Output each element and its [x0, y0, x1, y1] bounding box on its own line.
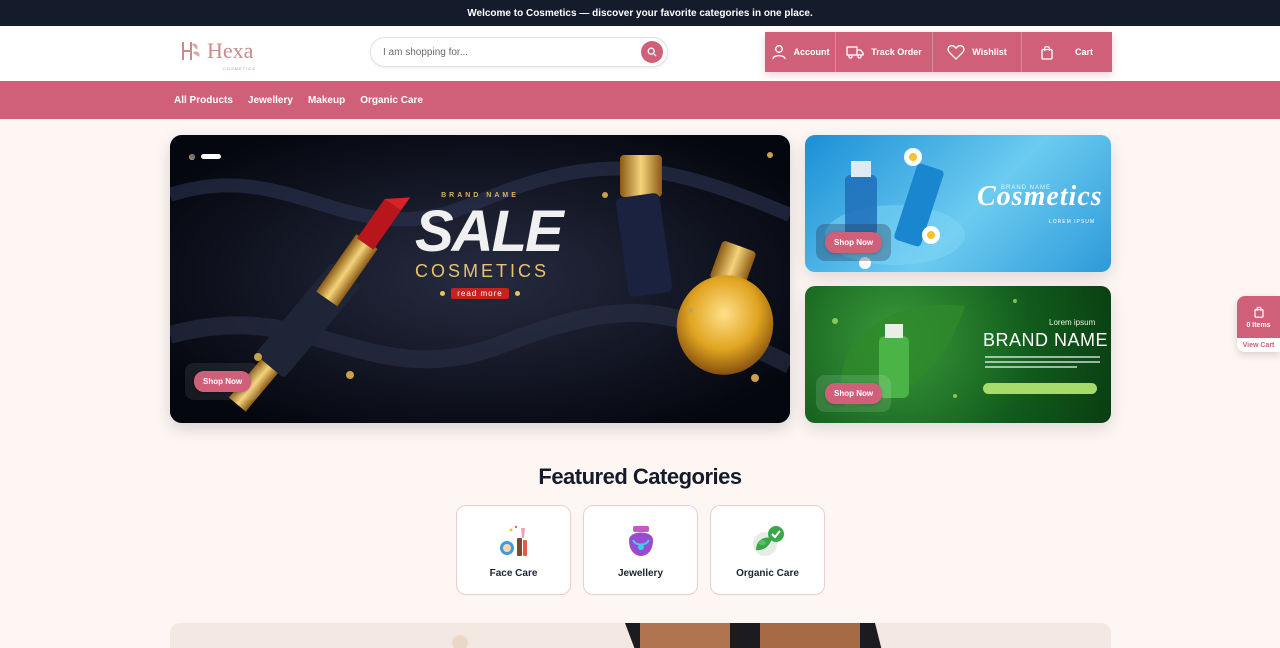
banner-green-shop-wrap: Shop Now	[816, 375, 892, 412]
category-label: Face Care	[489, 568, 538, 579]
user-icon	[771, 45, 786, 60]
banner-green-pill	[983, 383, 1097, 394]
featured-categories-title: Featured Categories	[538, 464, 742, 489]
hero-subheadline: COSMETICS	[415, 261, 550, 281]
logo-subtitle: COSMETICS	[223, 66, 256, 71]
banner-blue[interactable]: BRAND NAME Cosmetics LOREM IPSUM Shop No…	[805, 135, 1111, 272]
hero-slider[interactable]: BRAND NAME SALE COSMETICS read more Shop…	[170, 135, 790, 423]
floating-cart[interactable]: 0 Items View Cart	[1237, 296, 1280, 352]
wishlist-label: Wishlist	[972, 47, 1007, 57]
logo-mark-icon	[182, 42, 200, 60]
hero-brand: BRAND NAME	[441, 192, 519, 199]
hero-text: BRAND NAME SALE COSMETICS read more	[415, 192, 564, 299]
makeup-icon	[499, 525, 527, 556]
nav-all-products[interactable]: All Products	[174, 95, 233, 106]
floating-cart-count: 0 Items	[1246, 321, 1271, 329]
nav-organic-care[interactable]: Organic Care	[360, 95, 423, 106]
account-label: Account	[793, 47, 830, 57]
floating-cart-summary[interactable]: 0 Items	[1237, 296, 1280, 338]
search-input[interactable]	[383, 46, 641, 58]
bag-icon	[1041, 45, 1053, 60]
announcement-text: Welcome to Cosmetics — discover your fav…	[467, 7, 813, 19]
logo-wordmark: Hexa	[207, 38, 254, 63]
banner-green-text-lines	[985, 356, 1100, 371]
site-header: Hexa COSMETICS Account Tra	[0, 26, 1280, 81]
banner-blue-shop-wrap: Shop Now	[816, 224, 892, 261]
banner-green-eyebrow: Lorem ipsum	[1049, 318, 1096, 327]
banner-blue-shop-now-button[interactable]: Shop Now	[825, 232, 883, 253]
banner-blue-subtitle: LOREM IPSUM	[1049, 219, 1096, 225]
search-icon	[647, 47, 657, 57]
account-button[interactable]: Account	[765, 32, 836, 72]
banner-green-title: BRAND NAME	[983, 330, 1109, 350]
track-order-label: Track Order	[871, 47, 922, 57]
track-order-button[interactable]: Track Order	[836, 32, 933, 72]
promo-banner-art	[452, 623, 882, 648]
banner-green[interactable]: Lorem ipsum BRAND NAME Shop Now	[805, 286, 1111, 423]
nav-makeup[interactable]: Makeup	[308, 95, 345, 106]
announcement-bar: Welcome to Cosmetics — discover your fav…	[0, 0, 1280, 26]
category-list: Face Care Jewellery Organic Care	[456, 505, 825, 595]
view-cart-link[interactable]: View Cart	[1237, 338, 1280, 352]
gold-dot-icon	[514, 291, 520, 296]
header-actions: Account Track Order Wishlist Cart	[765, 32, 1112, 72]
hero-headline: SALE	[415, 199, 564, 264]
promo-banner-bottom[interactable]	[170, 623, 1111, 648]
heart-icon	[947, 45, 965, 60]
logo[interactable]: Hexa COSMETICS	[179, 38, 255, 71]
hero-shop-now-wrap: Shop Now	[185, 363, 261, 400]
hero-shop-now-button[interactable]: Shop Now	[194, 371, 252, 392]
hero-read-more-row: read more	[415, 288, 545, 299]
category-organic-care[interactable]: Organic Care	[710, 505, 825, 595]
banner-green-shop-now-button[interactable]: Shop Now	[825, 383, 883, 404]
slider-dot-1[interactable]	[190, 154, 195, 159]
banner-blue-title: Cosmetics	[977, 181, 1103, 212]
slider-dots	[190, 154, 221, 159]
category-jewellery[interactable]: Jewellery	[583, 505, 698, 595]
cart-label: Cart	[1074, 47, 1093, 57]
necklace-icon	[628, 526, 653, 556]
search-button[interactable]	[641, 41, 663, 63]
category-label: Jewellery	[617, 568, 664, 579]
gold-dot-icon	[440, 291, 446, 296]
leaf-check-icon	[752, 526, 784, 556]
slider-dot-2[interactable]	[201, 154, 221, 159]
main-nav: All Products Jewellery Makeup Organic Ca…	[0, 81, 1280, 119]
wishlist-button[interactable]: Wishlist	[933, 32, 1022, 72]
hero-read-more[interactable]: read more	[451, 288, 509, 299]
truck-icon	[846, 46, 864, 59]
category-face-care[interactable]: Face Care	[456, 505, 571, 595]
bag-icon	[1253, 306, 1264, 318]
search-bar	[370, 37, 668, 67]
category-label: Organic Care	[736, 568, 799, 579]
cart-button[interactable]: Cart	[1022, 32, 1112, 72]
nav-jewellery[interactable]: Jewellery	[248, 95, 293, 106]
